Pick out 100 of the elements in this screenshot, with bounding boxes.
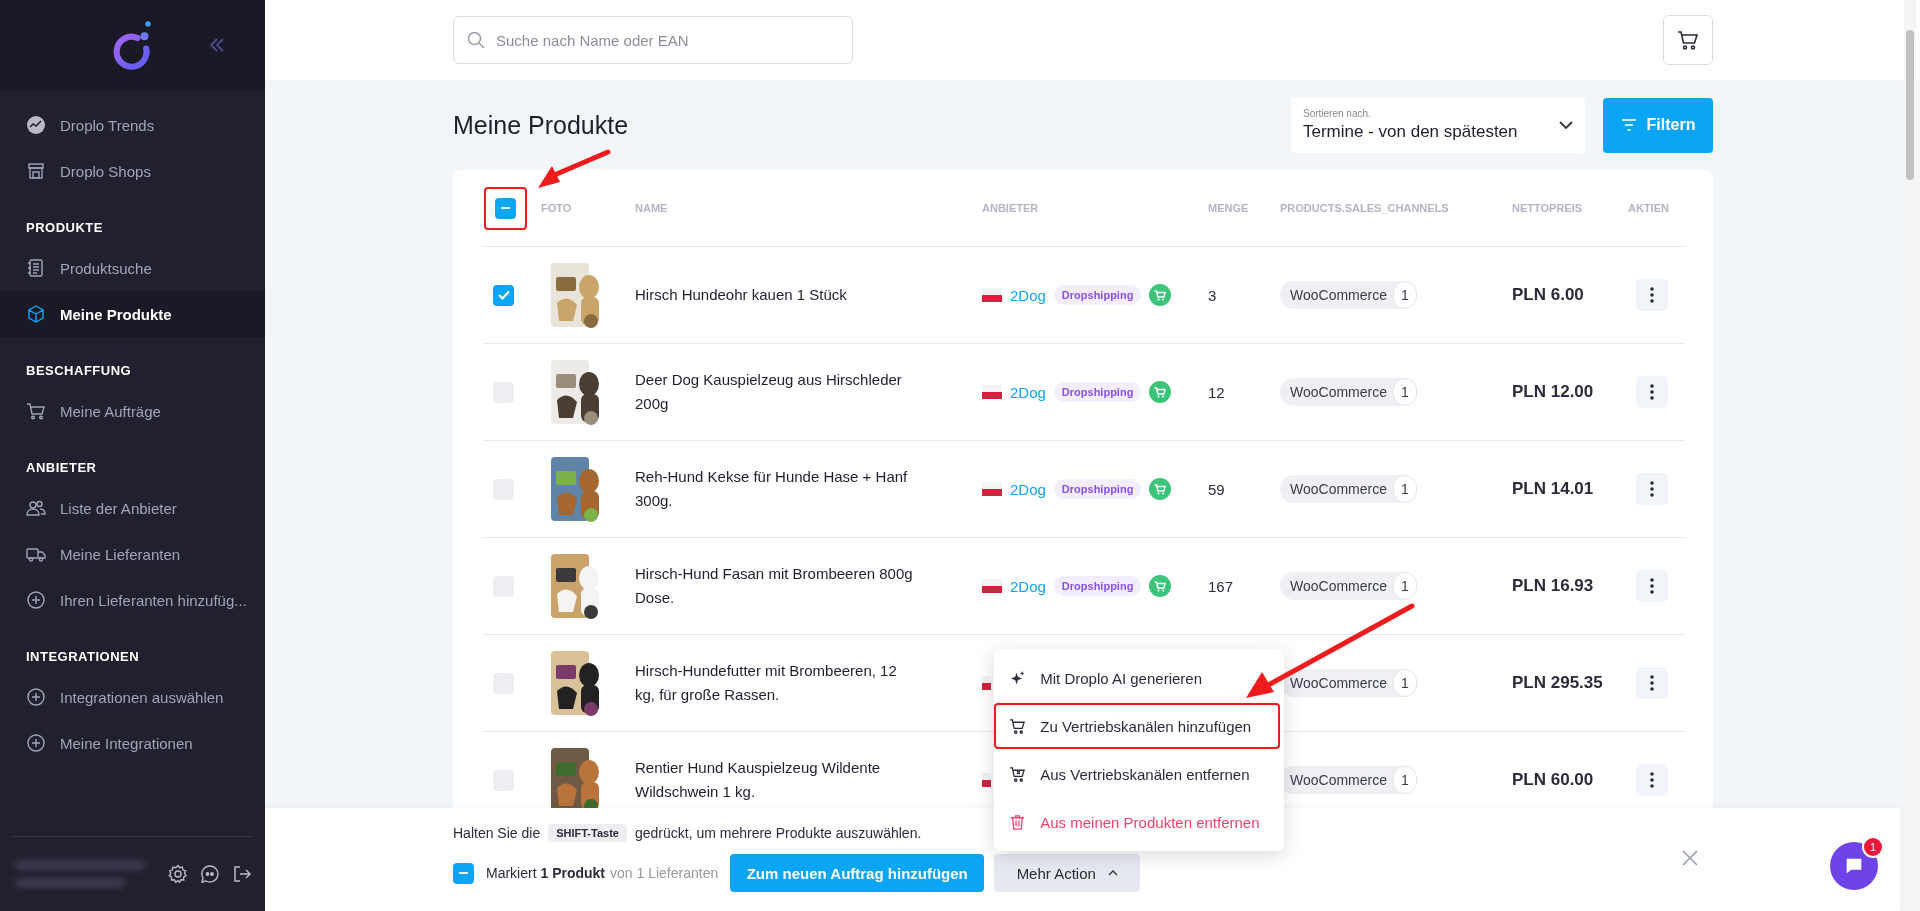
plus-icon (26, 590, 46, 610)
notification-badge: 1 (1862, 836, 1884, 858)
kebab-icon (1650, 287, 1654, 303)
menu-item[interactable]: Mit Droplo AI generieren (994, 655, 1281, 701)
flag-icon (982, 676, 991, 690)
check-icon (497, 290, 510, 300)
net-price: PLN 6.00 (1512, 285, 1585, 305)
cart-icon (26, 401, 46, 421)
flag-icon (982, 773, 991, 787)
dropshipping-tag: Dropshipping (1053, 479, 1142, 499)
cart-icon (1149, 478, 1172, 500)
more-actions-button[interactable] (1636, 279, 1668, 311)
column-header: PRODUCTS.SALES_CHANNELS (1280, 202, 1450, 214)
more-action-button[interactable]: Mehr Action (994, 854, 1141, 892)
net-price: PLN 14.01 (1512, 479, 1595, 499)
logout-icon[interactable] (232, 864, 252, 884)
people-icon (26, 498, 46, 518)
dropshipping-tag: Dropshipping (1053, 285, 1142, 305)
sort-dropdown[interactable]: Sortieren nach. Termine - von den spätesten (1291, 97, 1585, 153)
selection-source: von 1 Lieferanten (610, 865, 719, 881)
key-label: SHIFT-Taste (548, 824, 627, 842)
sidebar-item[interactable]: Droplo Shops (0, 148, 265, 194)
net-price: PLN 295.35 (1512, 673, 1604, 693)
dropshipping-tag: Dropshipping (1053, 576, 1142, 596)
chat-icon[interactable] (200, 864, 220, 884)
select-all-checkbox[interactable] (495, 197, 516, 219)
flag-icon (982, 482, 1002, 496)
box-icon (26, 304, 46, 324)
sidebar-item[interactable]: Liste der Anbieter (0, 485, 265, 531)
menu-item[interactable]: Aus meinen Produkten entfernen (994, 799, 1281, 845)
plus-icon (26, 687, 46, 707)
net-price: PLN 12.00 (1512, 382, 1595, 402)
row-checkbox[interactable] (493, 284, 514, 306)
sidebar-item[interactable]: Meine Produkte (0, 291, 265, 337)
section-heading: ANBIETER (25, 459, 98, 477)
hint-text: Halten Sie die (453, 825, 541, 841)
cart-icon (1149, 284, 1172, 306)
filter-icon (1620, 119, 1637, 131)
collapse-icon[interactable] (209, 38, 225, 52)
column-header: NAME (635, 202, 669, 214)
close-icon[interactable] (1682, 850, 1698, 866)
column-header: AKTIEN (1628, 202, 1670, 214)
sidebar-item[interactable]: Produktsuche (0, 245, 265, 291)
more-actions-button[interactable] (1636, 473, 1668, 505)
hint-text: gedrückt, um mehrere Produkte auszuwählen. (634, 825, 922, 841)
column-header: FOTO (540, 202, 573, 214)
kebab-icon (1650, 772, 1654, 788)
quantity: 167 (1208, 577, 1235, 595)
product-name: Deer Dog Kauspielzeug aus Hirschleder 200g (635, 370, 903, 414)
product-name: Rentier Hund Kauspielzeug Wildente Wildschwein 1 kg. (635, 758, 882, 802)
quantity: 59 (1208, 480, 1226, 498)
more-actions-button[interactable] (1636, 764, 1668, 796)
cart-icon (1149, 381, 1172, 403)
scrollbar[interactable] (1904, 0, 1916, 911)
selection-count: Markiert 1 Produkt (486, 865, 606, 881)
more-actions-button[interactable] (1636, 376, 1668, 408)
search-field[interactable]: Suche nach Name oder EAN (453, 16, 853, 64)
trend-icon (26, 115, 46, 135)
quantity: 12 (1208, 383, 1226, 401)
kebab-icon (1650, 578, 1654, 594)
menu-item[interactable]: Zu Vertriebskanälen hinzufügen (994, 703, 1281, 749)
product-name: Hirsch-Hund Fasan mit Brombeeren 800g Dose. (635, 564, 914, 608)
search-icon (466, 30, 486, 50)
sales-channel-tag: WooCommerce 1 (1280, 281, 1417, 309)
sparkle-icon (1009, 669, 1027, 687)
kebab-icon (1650, 481, 1654, 497)
page-title: Meine Produkte (453, 110, 630, 140)
net-price: PLN 16.93 (1512, 576, 1595, 596)
sidebar-item[interactable]: Meine Aufträge (0, 388, 265, 434)
chevron-down-icon (1559, 121, 1573, 129)
menu-item[interactable]: Aus Vertriebskanälen entfernen (994, 751, 1281, 797)
column-header: MENGE (1208, 202, 1250, 214)
net-price: PLN 60.00 (1512, 770, 1595, 790)
flag-icon (982, 579, 1002, 593)
column-header: ANBIETER (982, 202, 1040, 214)
section-heading: BESCHAFFUNG (25, 362, 133, 380)
search-input[interactable]: Suche nach Name oder EAN (494, 30, 840, 50)
shop-icon (26, 161, 46, 181)
section-heading: INTEGRATIONEN (25, 648, 141, 666)
selection-checkbox[interactable] (453, 862, 474, 884)
flag-icon (982, 288, 1002, 302)
cart-icon (1676, 28, 1700, 52)
more-actions-button[interactable] (1636, 570, 1668, 602)
settings-icon[interactable] (168, 864, 188, 884)
sidebar-item[interactable]: Droplo Trends (0, 102, 265, 148)
sidebar-item[interactable]: Ihren Lieferanten hinzufüg... (0, 577, 265, 623)
minus-icon (501, 207, 510, 209)
cart-button[interactable] (1663, 15, 1713, 65)
flag-icon (982, 385, 1002, 399)
list-icon (26, 258, 46, 278)
quantity: 3 (1208, 286, 1218, 304)
sidebar-item[interactable]: Meine Lieferanten (0, 531, 265, 577)
cart-remove-icon (1009, 765, 1027, 783)
chevron-up-icon (1107, 870, 1118, 876)
sidebar-item[interactable]: Integrationen auswählen (0, 674, 265, 720)
sales-channel-tag: WooCommerce 1 (1280, 475, 1417, 503)
sidebar-item[interactable]: Meine Integrationen (0, 720, 265, 766)
more-actions-button[interactable] (1636, 667, 1668, 699)
section-heading: PRODUKTE (25, 219, 104, 237)
plus-icon (26, 733, 46, 753)
